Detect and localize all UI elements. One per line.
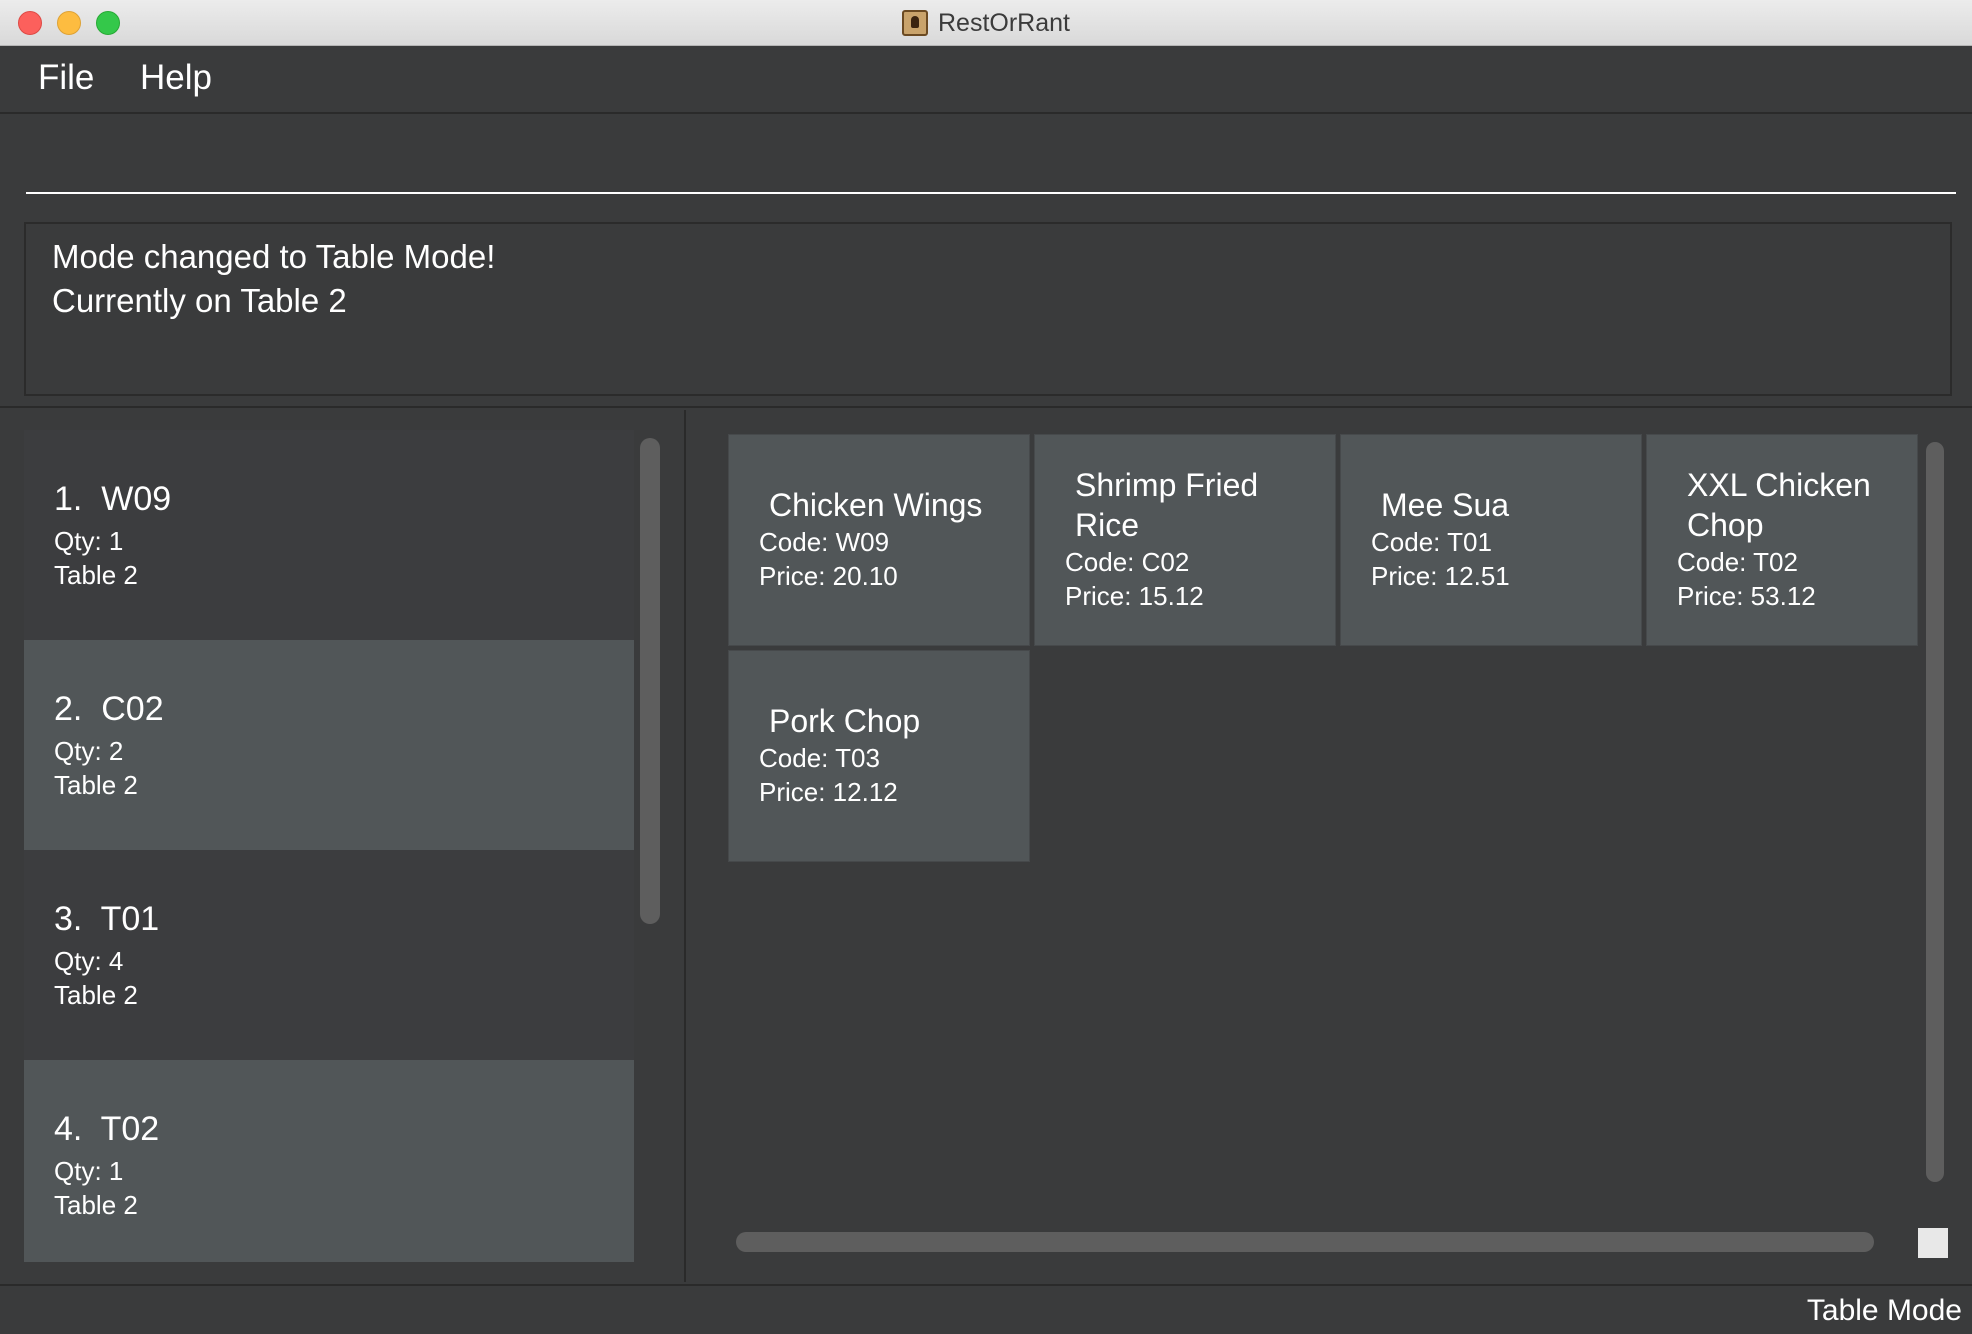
order-item-qty: Qty: 1 [54, 1156, 124, 1186]
order-item-table: Table 2 [54, 560, 138, 590]
menu-grid-horizontal-scrollbar[interactable] [736, 1232, 1874, 1252]
order-list-scrollbar[interactable] [640, 438, 660, 924]
menu-item-name: XXL Chicken Chop [1687, 467, 1871, 543]
list-item[interactable]: 2. C02 Qty: 2 Table 2 [24, 640, 634, 850]
scroll-corner [1918, 1228, 1948, 1258]
menu-item-name: Mee Sua [1381, 487, 1510, 523]
list-item[interactable]: 1. W09 Qty: 1 Table 2 [24, 430, 634, 640]
menu-item-price: Price: 12.51 [1371, 561, 1510, 591]
menu-item-code: Code: T02 [1677, 547, 1798, 577]
command-input[interactable] [26, 116, 1956, 194]
order-item-title: 2. C02 [54, 690, 164, 728]
menu-item-card[interactable]: Shrimp Fried Rice Code: C02 Price: 15.12 [1034, 434, 1336, 646]
order-item-qty: Qty: 4 [54, 946, 124, 976]
menu-item-price: Price: 12.12 [759, 777, 898, 807]
menu-file[interactable]: File [38, 58, 94, 98]
menu-item-code: Code: C02 [1065, 547, 1190, 577]
menu-item-code: Code: T01 [1371, 527, 1492, 557]
result-display: Mode changed to Table Mode! Currently on… [24, 222, 1952, 396]
app-icon [902, 10, 928, 36]
menu-item-price: Price: 20.10 [759, 561, 898, 591]
title-bar: RestOrRant [0, 0, 1972, 46]
result-message-line-1: Mode changed to Table Mode! [52, 238, 496, 275]
menu-help[interactable]: Help [140, 58, 212, 98]
order-item-title: 1. W09 [54, 480, 172, 518]
menu-item-code: Code: T03 [759, 743, 880, 773]
panel-divider [684, 410, 686, 1282]
menu-item-code: Code: W09 [759, 527, 890, 557]
menu-item-card[interactable]: Mee Sua Code: T01 Price: 12.51 [1340, 434, 1642, 646]
menu-item-price: Price: 15.12 [1065, 581, 1204, 611]
order-item-table: Table 2 [54, 770, 138, 800]
list-item[interactable]: 3. T01 Qty: 4 Table 2 [24, 850, 634, 1060]
menu-item-card[interactable]: Chicken Wings Code: W09 Price: 20.10 [728, 434, 1030, 646]
order-item-table: Table 2 [54, 1190, 138, 1220]
menu-item-card[interactable]: XXL Chicken Chop Code: T02 Price: 53.12 [1646, 434, 1918, 646]
menu-item-name: Shrimp Fried Rice [1075, 467, 1259, 543]
menu-bar: File Help [0, 46, 1972, 114]
order-item-title: 4. T02 [54, 1110, 160, 1148]
command-box [6, 116, 1966, 206]
menu-grid-vertical-scrollbar[interactable] [1926, 442, 1944, 1182]
menu-item-name: Pork Chop [769, 703, 921, 739]
window-title: RestOrRant [938, 8, 1070, 37]
order-item-qty: Qty: 1 [54, 526, 124, 556]
status-bar: Table Mode [0, 1284, 1972, 1334]
order-list: 1. W09 Qty: 1 Table 2 2. C02 Qty: 2 Tabl… [24, 430, 634, 1262]
menu-item-card[interactable]: Pork Chop Code: T03 Price: 12.12 [728, 650, 1030, 862]
order-item-qty: Qty: 2 [54, 736, 124, 766]
list-item[interactable]: 4. T02 Qty: 1 Table 2 [24, 1060, 634, 1262]
section-divider [0, 406, 1972, 408]
order-item-title: 3. T01 [54, 900, 160, 938]
result-message-line-2: Currently on Table 2 [52, 282, 347, 319]
order-item-table: Table 2 [54, 980, 138, 1010]
mode-status: Table Mode [1806, 1294, 1962, 1327]
menu-item-price: Price: 53.12 [1677, 581, 1816, 611]
menu-item-name: Chicken Wings [769, 487, 983, 523]
